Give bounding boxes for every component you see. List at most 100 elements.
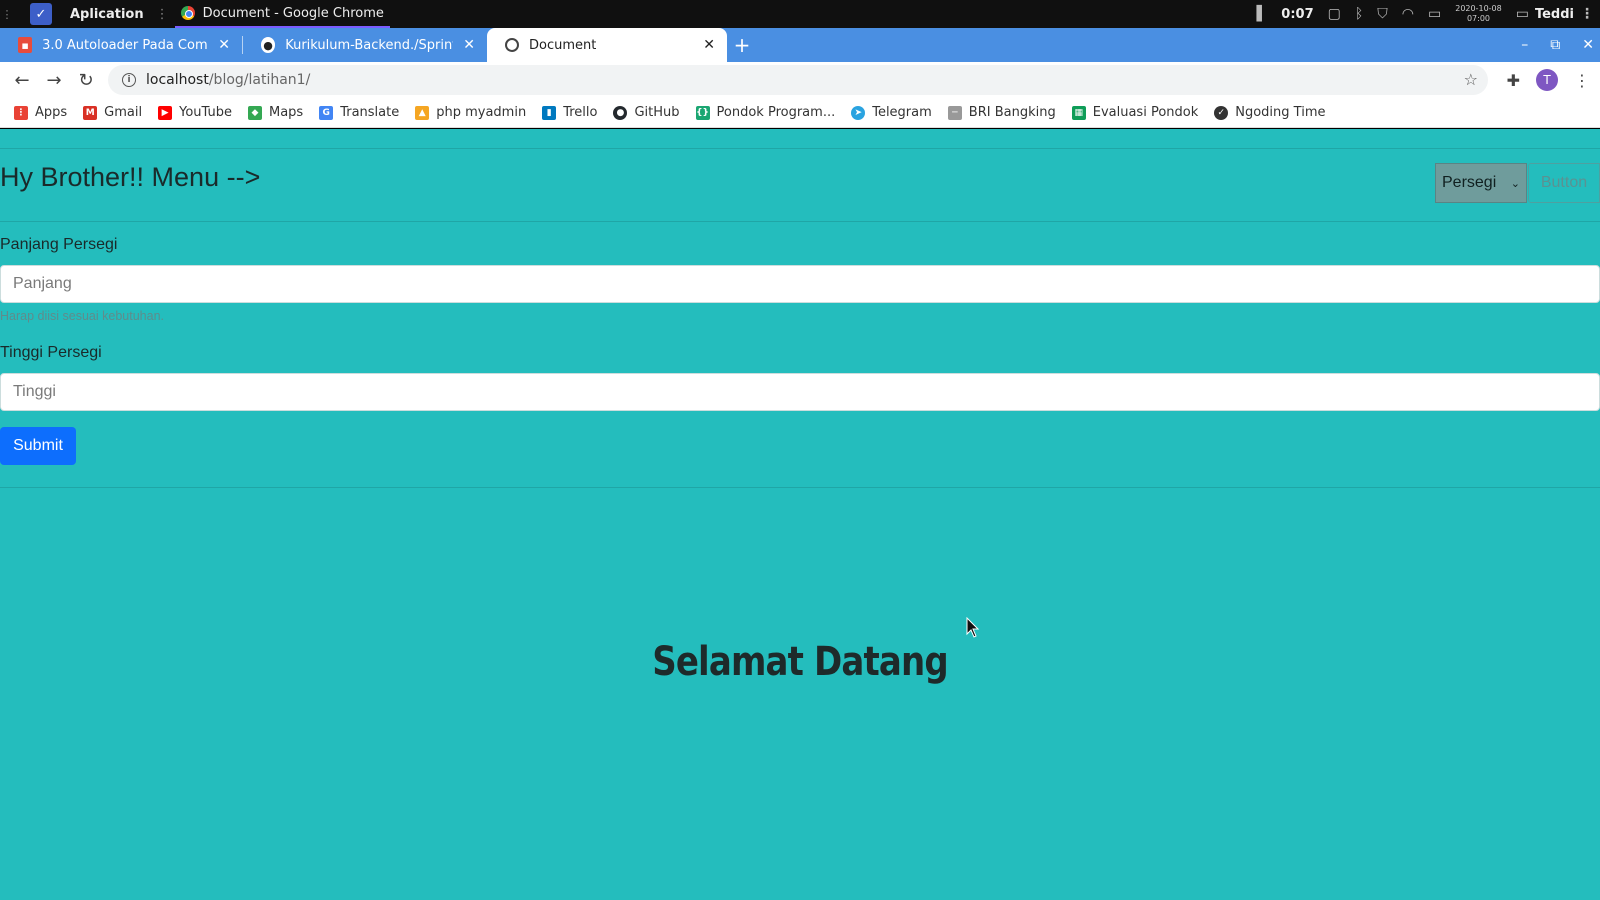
reload-button[interactable]: ↻ (70, 64, 102, 96)
new-tab-button[interactable]: + (727, 28, 757, 62)
timer-label: 0:07 (1281, 6, 1314, 22)
panel-separator-icon: ⋮ (155, 6, 169, 22)
toolbar-actions: ✚ T ⋮ (1507, 64, 1590, 96)
more-menu-icon[interactable]: ⋮ (1574, 71, 1590, 90)
bookmark-youtube[interactable]: ▶ YouTube (158, 105, 232, 120)
audio-level-icon: ▌ (1256, 6, 1268, 22)
bookmark-telegram[interactable]: ➤ Telegram (851, 105, 932, 120)
system-tray: ▌ 0:07 ▢ ᛒ ⛉ ◠ ▭ 2020-10-08 07:00 ▭ Tedd… (1257, 0, 1600, 28)
bookmark-label: Evaluasi Pondok (1092, 105, 1199, 120)
shield-icon[interactable]: ⛉ (1377, 6, 1388, 22)
bookmark-label: GitHub (634, 105, 680, 120)
panjang-label: Panjang Persegi (0, 236, 118, 253)
bookmark-label: Apps (35, 105, 68, 120)
tab-autoloader[interactable]: ▪ 3.0 Autoloader Pada Compos ✕ (0, 28, 242, 62)
bookmark-translate[interactable]: G Translate (319, 105, 399, 120)
shape-select[interactable]: Persegi ⌄ (1435, 163, 1527, 203)
window-controls: – ⧉ ✕ (1521, 28, 1594, 62)
battery-icon[interactable]: ▭ (1428, 6, 1441, 22)
taskbar-chrome-window[interactable]: Document - Google Chrome (174, 0, 390, 28)
globe-icon (505, 38, 519, 52)
chevron-down-icon: ⌄ (1510, 177, 1520, 190)
back-button[interactable]: ← (6, 64, 38, 96)
mouse-cursor-icon (966, 617, 980, 638)
minimize-icon[interactable]: – (1521, 37, 1528, 53)
bookmark-label: Gmail (104, 105, 143, 120)
trello-icon: ▮ (542, 105, 557, 120)
tinggi-label: Tinggi Persegi (0, 344, 102, 361)
page-content: Hy Brother!! Menu --> Persegi ⌄ Button P… (0, 129, 1600, 900)
bookmark-pondok[interactable]: {} Pondok Program... (695, 105, 835, 120)
help-text: Harap diisi sesuai kebutuhan. (0, 309, 164, 323)
telegram-icon: ➤ (851, 105, 866, 120)
os-logo-icon[interactable]: ✓ (30, 3, 52, 25)
clock-date: 2020-10-08 (1455, 4, 1502, 13)
bookmark-label: php myadmin (436, 105, 527, 120)
tab-strip: ▪ 3.0 Autoloader Pada Compos ✕ ● Kurikul… (0, 28, 1600, 62)
bookmark-github[interactable]: ● GitHub (613, 105, 680, 120)
bookmark-evaluasi[interactable]: ▦ Evaluasi Pondok (1071, 105, 1199, 120)
tab-document[interactable]: Document ✕ (487, 28, 727, 62)
application-menu[interactable]: Aplication (70, 7, 144, 22)
bookmark-ngoding[interactable]: ✓ Ngoding Time (1214, 105, 1325, 120)
maps-icon: ◆ (247, 105, 262, 120)
clock[interactable]: 2020-10-08 07:00 (1455, 4, 1502, 24)
bookmark-star-icon[interactable]: ☆ (1464, 70, 1478, 89)
bookmark-label: Ngoding Time (1235, 105, 1326, 120)
restore-icon[interactable]: ⧉ (1550, 37, 1560, 53)
sheets-icon: ▦ (1071, 105, 1086, 120)
avatar[interactable]: T (1536, 69, 1558, 91)
pondok-icon: {} (695, 105, 710, 120)
panjang-input[interactable]: Panjang (0, 265, 1600, 303)
shape-select-value: Persegi (1442, 174, 1497, 191)
github-icon: ● (613, 105, 628, 120)
tab-title: 3.0 Autoloader Pada Compos (42, 37, 208, 53)
github-icon: ● (261, 37, 276, 53)
panjang-placeholder: Panjang (13, 275, 72, 292)
youtube-icon: ▶ (158, 105, 173, 120)
submit-button[interactable]: Submit (0, 427, 76, 465)
forward-button[interactable]: → (38, 64, 70, 96)
bookmark-apps[interactable]: ⋮ Apps (14, 105, 67, 120)
site-info-icon[interactable]: i (122, 73, 136, 87)
os-top-panel: ⋮ ✓ Aplication ⋮ Document - Google Chrom… (0, 0, 1600, 28)
close-icon[interactable]: ✕ (463, 37, 475, 53)
browser-toolbar: ← → ↻ i localhost/blog/latihan1/ ☆ ✚ T ⋮ (0, 62, 1600, 98)
close-window-icon[interactable]: ✕ (1582, 37, 1594, 53)
trello-like-icon: ▪ (18, 37, 33, 53)
bookmark-label: Translate (340, 105, 400, 120)
bookmark-trello[interactable]: ▮ Trello (542, 105, 597, 120)
phpmyadmin-icon: ▲ (415, 105, 430, 120)
welcome-heading: Selamat Datang (652, 639, 948, 685)
panel-grip-right-icon: ⋮ (1580, 6, 1594, 22)
page-headline: Hy Brother!! Menu --> (0, 162, 261, 192)
clock-time: 07:00 (1466, 14, 1491, 23)
user-name: Teddi (1534, 6, 1574, 22)
translate-icon: G (319, 105, 334, 120)
bookmark-gmail[interactable]: M Gmail (83, 105, 142, 120)
user-menu[interactable]: ▭ Teddi ⋮ (1516, 6, 1594, 22)
address-bar[interactable]: i localhost/blog/latihan1/ ☆ (108, 65, 1488, 95)
extensions-icon[interactable]: ✚ (1507, 71, 1520, 90)
divider (0, 487, 1600, 488)
divider (0, 148, 1600, 149)
gmail-icon: M (83, 105, 98, 120)
bookmark-label: Telegram (872, 105, 932, 120)
bookmarks-bar: ⋮ Apps M Gmail ▶ YouTube ◆ Maps G Translate ▲… (0, 98, 1600, 128)
bookmark-label: Trello (563, 105, 598, 120)
wifi-icon[interactable]: ◠ (1402, 6, 1414, 22)
close-icon[interactable]: ✕ (703, 37, 715, 53)
clipboard-icon[interactable]: ▢ (1328, 6, 1341, 22)
bookmark-maps[interactable]: ◆ Maps (247, 105, 303, 120)
bookmark-phpmyadmin[interactable]: ▲ php myadmin (415, 105, 526, 120)
bookmark-label: YouTube (179, 105, 232, 120)
tab-kurikulum[interactable]: ● Kurikulum-Backend./Sprint-5/ ✕ (243, 28, 487, 62)
bookmark-bri[interactable]: ─ BRI Bangking (947, 105, 1056, 120)
bluetooth-icon[interactable]: ᛒ (1355, 6, 1363, 22)
outline-button[interactable]: Button (1528, 163, 1600, 203)
divider (0, 221, 1600, 222)
tinggi-input[interactable]: Tinggi (0, 373, 1600, 411)
taskbar-window-title: Document - Google Chrome (202, 5, 384, 21)
close-icon[interactable]: ✕ (218, 37, 230, 53)
tab-title: Document (529, 37, 597, 53)
